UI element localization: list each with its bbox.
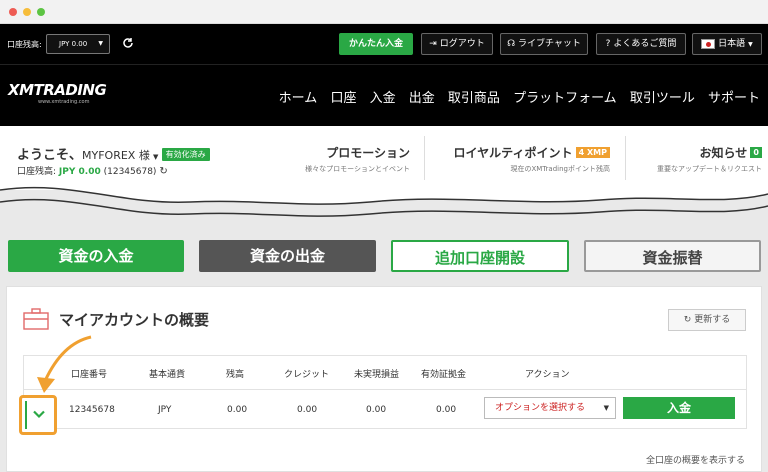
brand-name: XMTRADING (8, 81, 107, 99)
balance-currency-select[interactable]: JPY 0.00 ▼ (46, 34, 110, 54)
refresh-summary-button[interactable]: ↻ 更新する (668, 309, 746, 331)
japan-flag-icon (701, 38, 716, 49)
close-window-button[interactable] (9, 8, 17, 16)
loyalty-points-link[interactable]: ロイヤルティポイント 4 XMP 現在のXMTradingポイント残高 (454, 144, 610, 174)
deposit-funds-button[interactable]: 資金の入金 (8, 240, 184, 272)
column-header-unrealized-pnl: 未実現損益 (354, 370, 400, 380)
account-option-select[interactable]: オプションを選択する ▼ (484, 397, 616, 419)
refresh-icon[interactable] (122, 37, 134, 49)
window-titlebar (0, 0, 768, 24)
caret-down-icon: ▼ (98, 40, 103, 47)
wave-separator (0, 180, 768, 217)
loyalty-title: ロイヤルティポイント (453, 146, 573, 160)
promotions-subtitle: 様々なプロモーションとイベント (305, 165, 410, 173)
minimize-window-button[interactable] (23, 8, 31, 16)
brand-url: www.xmtrading.com (38, 99, 90, 105)
column-header-credit: クレジット (284, 370, 330, 380)
nav-item-withdraw[interactable]: 出金 (409, 91, 435, 106)
loyalty-points-badge: 4 XMP (575, 147, 610, 158)
logout-label: ログアウト (439, 39, 485, 49)
expand-row-toggle[interactable] (19, 395, 57, 435)
welcome-greeting-row: ようこそ、MYFOREX 様 ▼ 有効化済み (17, 144, 210, 163)
main-navbar: XMTRADING www.xmtrading.com ホーム 口座 入金 出金… (0, 64, 768, 126)
question-icon: ? (605, 39, 611, 49)
nav-item-home[interactable]: ホーム (279, 91, 318, 106)
cell-balance: 0.00 (227, 405, 248, 415)
faq-label: よくあるご質問 (613, 39, 677, 49)
column-header-balance: 残高 (226, 370, 245, 380)
welcome-balance-value: JPY 0.00 (58, 167, 101, 177)
language-select[interactable]: 日本語 ▼ (692, 33, 762, 55)
nav-item-support[interactable]: サポート (708, 91, 760, 106)
cell-unrealized-pnl: 0.00 (366, 405, 387, 415)
column-header-action: アクション (525, 370, 570, 380)
chevron-down-icon (33, 410, 45, 419)
promotions-title: プロモーション (326, 146, 410, 160)
language-label: 日本語 (718, 39, 746, 49)
deposit-funds-label: 資金の入金 (58, 247, 134, 265)
xmtrading-logo[interactable]: XMTRADING www.xmtrading.com (8, 81, 107, 105)
row-deposit-label: 入金 (666, 401, 691, 415)
withdraw-funds-label: 資金の出金 (249, 247, 325, 265)
refresh-icon[interactable]: ↻ (159, 166, 167, 177)
account-topbar: 口座残高: JPY 0.00 ▼ かんたん入金 ⇥ ログアウト ☊ ライブチャッ… (0, 24, 768, 64)
verified-badge: 有効化済み (161, 148, 210, 161)
headset-icon: ☊ (507, 39, 516, 49)
logout-icon: ⇥ (429, 39, 437, 49)
nav-menu: ホーム 口座 入金 出金 取引商品 プラットフォーム 取引ツール サポート (270, 87, 760, 106)
row-deposit-button[interactable]: 入金 (623, 397, 735, 419)
user-name-menu[interactable]: MYFOREX 様 (82, 149, 150, 162)
nav-item-deposit[interactable]: 入金 (370, 91, 396, 106)
welcome-account-id: (12345678) (103, 167, 157, 177)
logout-button[interactable]: ⇥ ログアウト (421, 33, 493, 55)
caret-down-icon: ▼ (603, 404, 609, 412)
account-summary-panel: マイアカウントの概要 ↻ 更新する 口座番号 基本通貨 残高 クレジット 未実現… (6, 286, 762, 472)
welcome-balance-row: 口座残高: JPY 0.00 (12345678) ↻ (17, 164, 168, 177)
refresh-summary-label: 更新する (694, 315, 731, 325)
easy-deposit-button[interactable]: かんたん入金 (339, 33, 413, 55)
cell-credit: 0.00 (297, 405, 318, 415)
divider (625, 136, 626, 180)
nav-item-accounts[interactable]: 口座 (330, 91, 356, 106)
cell-equity: 0.00 (436, 405, 457, 415)
nav-item-products[interactable]: 取引商品 (448, 91, 500, 106)
caret-down-icon: ▼ (153, 153, 159, 161)
briefcase-icon (23, 308, 49, 330)
caret-down-icon: ▼ (748, 41, 753, 48)
refresh-icon: ↻ (683, 315, 692, 325)
notices-subtitle: 重要なアップデート＆リクエスト (657, 165, 762, 173)
nav-item-platforms[interactable]: プラットフォーム (513, 91, 617, 106)
notices-link[interactable]: お知らせ 0 重要なアップデート＆リクエスト (657, 144, 762, 174)
show-all-accounts-link[interactable]: 全口座の概要を表示する (646, 453, 745, 466)
cell-account-number: 12345678 (69, 405, 115, 415)
cell-base-currency: JPY (158, 405, 172, 415)
column-header-base-currency: 基本通貨 (149, 370, 186, 380)
easy-deposit-label: かんたん入金 (348, 39, 403, 49)
column-header-equity: 有効証拠金 (421, 370, 467, 380)
withdraw-funds-button[interactable]: 資金の出金 (199, 240, 376, 272)
divider (424, 136, 425, 180)
transfer-funds-label: 資金振替 (642, 249, 703, 267)
live-chat-label: ライブチャット (517, 39, 581, 49)
nav-item-tools[interactable]: 取引ツール (630, 91, 695, 106)
faq-button[interactable]: ? よくあるご質問 (596, 33, 686, 55)
live-chat-button[interactable]: ☊ ライブチャット (500, 33, 588, 55)
arrow-annotation-icon (37, 335, 92, 393)
welcome-balance-label: 口座残高: (17, 167, 57, 177)
greeting-text: ようこそ、 (17, 148, 83, 163)
transfer-funds-button[interactable]: 資金振替 (584, 240, 761, 272)
open-additional-account-button[interactable]: 追加口座開設 (391, 240, 569, 272)
balance-currency-value: JPY 0.00 (59, 40, 88, 48)
account-option-label: オプションを選択する (495, 403, 586, 413)
summary-title: マイアカウントの概要 (59, 311, 210, 329)
promotions-link[interactable]: プロモーション 様々なプロモーションとイベント (305, 144, 410, 174)
open-account-label: 追加口座開設 (434, 249, 525, 267)
notices-title: お知らせ (699, 146, 748, 160)
maximize-window-button[interactable] (37, 8, 45, 16)
balance-label: 口座残高: (7, 40, 42, 49)
loyalty-subtitle: 現在のXMTradingポイント残高 (510, 165, 610, 173)
notices-count-badge: 0 (750, 147, 762, 158)
